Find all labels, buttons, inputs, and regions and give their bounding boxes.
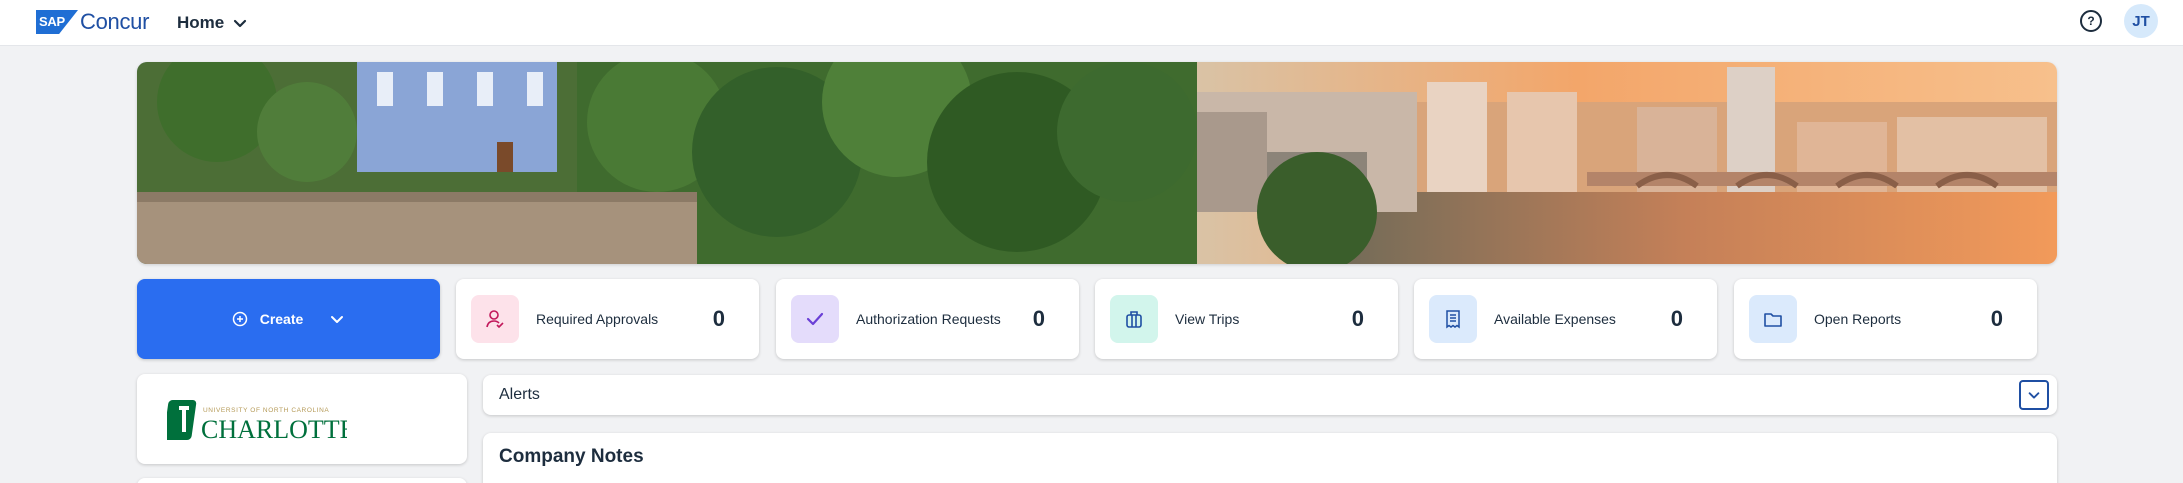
tile-label: Required Approvals (536, 311, 659, 327)
create-button-label: Create (259, 311, 304, 327)
help-icon[interactable]: ? (2080, 10, 2102, 32)
tile-available-expenses[interactable]: Available Expenses 0 (1414, 279, 1717, 359)
company-notes-panel: Company Notes (483, 433, 2057, 483)
home-nav-label: Home (177, 13, 225, 32)
tile-count: 0 (712, 306, 725, 331)
alerts-title: Alerts (499, 386, 540, 403)
logo-small-text: UNIVERSITY OF NORTH CAROLINA (203, 407, 329, 414)
tile-open-reports[interactable]: Open Reports 0 (1734, 279, 2037, 359)
suitcase-icon (1110, 295, 1158, 343)
uncc-charlotte-logo: UNIVERSITY OF NORTH CAROLINA CHARLOTTE (167, 400, 347, 442)
sap-concur-logo[interactable]: SAP Concur (36, 9, 149, 35)
tile-view-trips[interactable]: View Trips 0 (1095, 279, 1398, 359)
plus-circle-icon (232, 311, 247, 327)
tile-count: 0 (1990, 306, 2003, 331)
logo-main-text: CHARLOTTE (201, 415, 347, 442)
chevron-down-icon (2028, 392, 2040, 399)
folder-icon (1749, 295, 1797, 343)
tile-label: Available Expenses (1494, 311, 1616, 327)
checkmark-icon (791, 295, 839, 343)
tile-label: Authorization Requests (856, 311, 1001, 327)
org-logo-card: UNIVERSITY OF NORTH CAROLINA CHARLOTTE (137, 374, 467, 464)
home-nav-menu[interactable]: Home (177, 11, 248, 35)
next-card-edge (137, 478, 467, 483)
tile-count: 0 (1032, 306, 1045, 331)
tile-authorization-requests[interactable]: Authorization Requests 0 (776, 279, 1079, 359)
user-avatar[interactable]: JT (2124, 4, 2158, 38)
alerts-panel: Alerts (483, 375, 2057, 415)
create-button[interactable]: Create (137, 279, 440, 359)
tile-count: 0 (1351, 306, 1364, 331)
tile-required-approvals[interactable]: Required Approvals 0 (456, 279, 759, 359)
alerts-expand-toggle[interactable] (2019, 380, 2049, 410)
tile-count: 0 (1670, 306, 1683, 331)
chevron-down-icon (234, 19, 247, 28)
tile-label: View Trips (1175, 311, 1240, 327)
sap-logo-mark: SAP (36, 10, 78, 34)
approval-person-icon (471, 295, 519, 343)
chevron-down-icon (331, 316, 344, 323)
tile-label: Open Reports (1814, 311, 1902, 327)
concur-logo-text: Concur (80, 9, 150, 34)
receipt-icon (1429, 295, 1477, 343)
top-bar: SAP Concur Home ? JT (0, 0, 2183, 46)
company-notes-title: Company Notes (499, 446, 644, 467)
hero-banner-image (137, 62, 2057, 264)
